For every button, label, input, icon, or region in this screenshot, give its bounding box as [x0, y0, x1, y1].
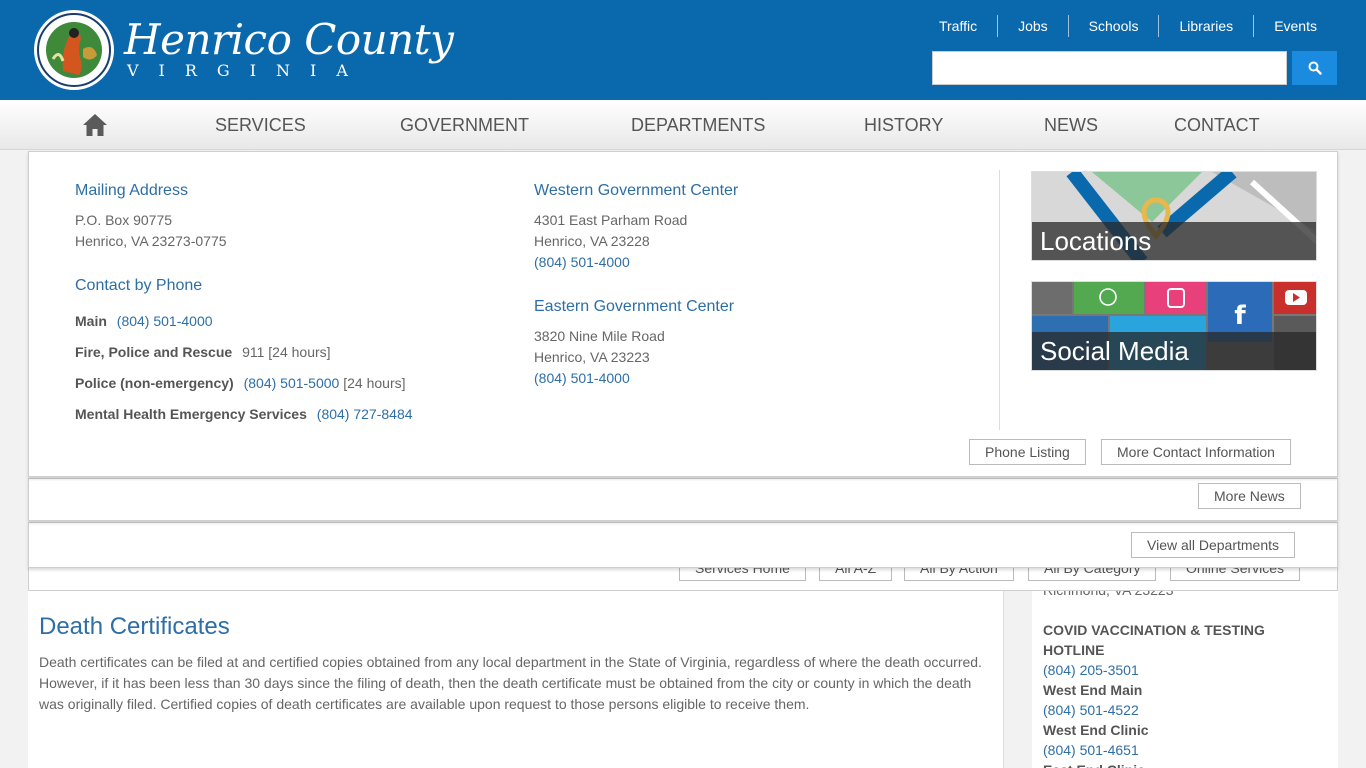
mailing-heading: Mailing Address — [75, 182, 188, 199]
sidebar: Richmond, VA 23223 COVID VACCINATION & T… — [1032, 582, 1338, 768]
home-icon[interactable] — [82, 113, 108, 137]
county-seal-icon[interactable] — [33, 9, 115, 91]
more-contact-info-button[interactable]: More Contact Information — [1101, 439, 1291, 465]
covid-heading: COVID VACCINATION & TESTING HOTLINE — [1043, 622, 1265, 658]
phone-row-main: Main (804) 501-4000 — [75, 311, 213, 331]
site-subtitle: VIRGINIA — [127, 61, 368, 80]
nav-news[interactable]: NEWS — [1044, 114, 1098, 136]
libraries-link[interactable]: Libraries — [1158, 15, 1253, 37]
page-body: Death certificates can be filed at and c… — [39, 654, 982, 712]
phone-heading: Contact by Phone — [75, 277, 203, 294]
mental-health-phone-link[interactable]: (804) 727-8484 — [317, 406, 413, 422]
search-input[interactable] — [932, 51, 1287, 85]
page-title: Death Certificates — [39, 613, 230, 640]
covid-phone-link[interactable]: (804) 205-3501 — [1043, 660, 1139, 680]
schools-link[interactable]: Schools — [1067, 15, 1159, 37]
western-heading[interactable]: Western Government Center — [534, 181, 738, 201]
search-icon — [1308, 61, 1322, 75]
locations-label: Locations — [1032, 222, 1316, 260]
nav-government[interactable]: GOVERNMENT — [400, 114, 529, 136]
phone-row-police: Police (non-emergency) (804) 501-5000 [2… — [75, 373, 406, 393]
phone-label: Fire, Police and Rescue — [75, 344, 233, 360]
locations-tile[interactable]: Locations — [1031, 171, 1317, 261]
svg-text:f: f — [1234, 301, 1246, 331]
utility-links: Traffic Jobs Schools Libraries Events — [919, 15, 1338, 37]
phone-label: Main — [75, 313, 107, 329]
nav-services[interactable]: SERVICES — [215, 114, 306, 136]
social-media-label: Social Media — [1032, 332, 1316, 370]
western-line1: 4301 East Parham Road — [534, 212, 688, 228]
view-all-departments-button[interactable]: View all Departments — [1131, 532, 1296, 558]
main-content: Death Certificates Death certificates ca… — [28, 590, 1004, 768]
departments-submenu: View all Departments — [28, 522, 1338, 568]
west-clinic-phone-link[interactable]: (804) 501-4651 — [1043, 740, 1139, 760]
western-phone-link[interactable]: (804) 501-4000 — [534, 252, 630, 273]
more-news-button[interactable]: More News — [1198, 483, 1301, 509]
west-clinic-label: West End Clinic — [1043, 722, 1149, 738]
eastern-line2: Henrico, VA 23223 — [534, 349, 650, 365]
search-button[interactable] — [1292, 51, 1337, 85]
phone-listing-button[interactable]: Phone Listing — [969, 439, 1086, 465]
phone-row-fire: Fire, Police and Rescue 911 [24 hours] — [75, 342, 331, 362]
column-divider — [999, 170, 1000, 430]
nav-contact[interactable]: CONTACT — [1174, 114, 1260, 136]
jobs-link[interactable]: Jobs — [997, 15, 1068, 37]
mailing-line2: Henrico, VA 23273-0775 — [75, 233, 227, 249]
site-title[interactable]: Henrico County — [124, 18, 454, 62]
main-phone-link[interactable]: (804) 501-4000 — [117, 313, 213, 329]
phone-note: [24 hours] — [343, 375, 406, 391]
phone-note: 911 [24 hours] — [242, 344, 331, 360]
west-main-phone-link[interactable]: (804) 501-4522 — [1043, 700, 1139, 720]
contact-megamenu: Mailing Address P.O. Box 90775 Henrico, … — [28, 151, 1338, 477]
site-header: Henrico County VIRGINIA Traffic Jobs Sch… — [0, 0, 1366, 100]
western-line2: Henrico, VA 23228 — [534, 233, 650, 249]
main-nav: SERVICES GOVERNMENT DEPARTMENTS HISTORY … — [0, 100, 1366, 150]
police-phone-link[interactable]: (804) 501-5000 — [244, 375, 340, 391]
mailing-line1: P.O. Box 90775 — [75, 212, 173, 228]
eastern-line1: 3820 Nine Mile Road — [534, 328, 665, 344]
traffic-link[interactable]: Traffic — [919, 15, 997, 37]
phone-label: Police (non-emergency) — [75, 375, 234, 391]
east-clinic-label: East End Clinic — [1043, 760, 1145, 768]
nav-departments[interactable]: DEPARTMENTS — [631, 114, 765, 136]
phone-label: Mental Health Emergency Services — [75, 406, 307, 422]
events-link[interactable]: Events — [1253, 15, 1338, 37]
phone-row-mental-health: Mental Health Emergency Services (804) 7… — [75, 404, 413, 424]
nav-history[interactable]: HISTORY — [864, 114, 943, 136]
social-media-tile[interactable]: f Social Media — [1031, 281, 1317, 371]
eastern-heading[interactable]: Eastern Government Center — [534, 297, 734, 317]
news-submenu: More News — [28, 478, 1338, 521]
west-main-label: West End Main — [1043, 682, 1143, 698]
eastern-phone-link[interactable]: (804) 501-4000 — [534, 368, 630, 389]
